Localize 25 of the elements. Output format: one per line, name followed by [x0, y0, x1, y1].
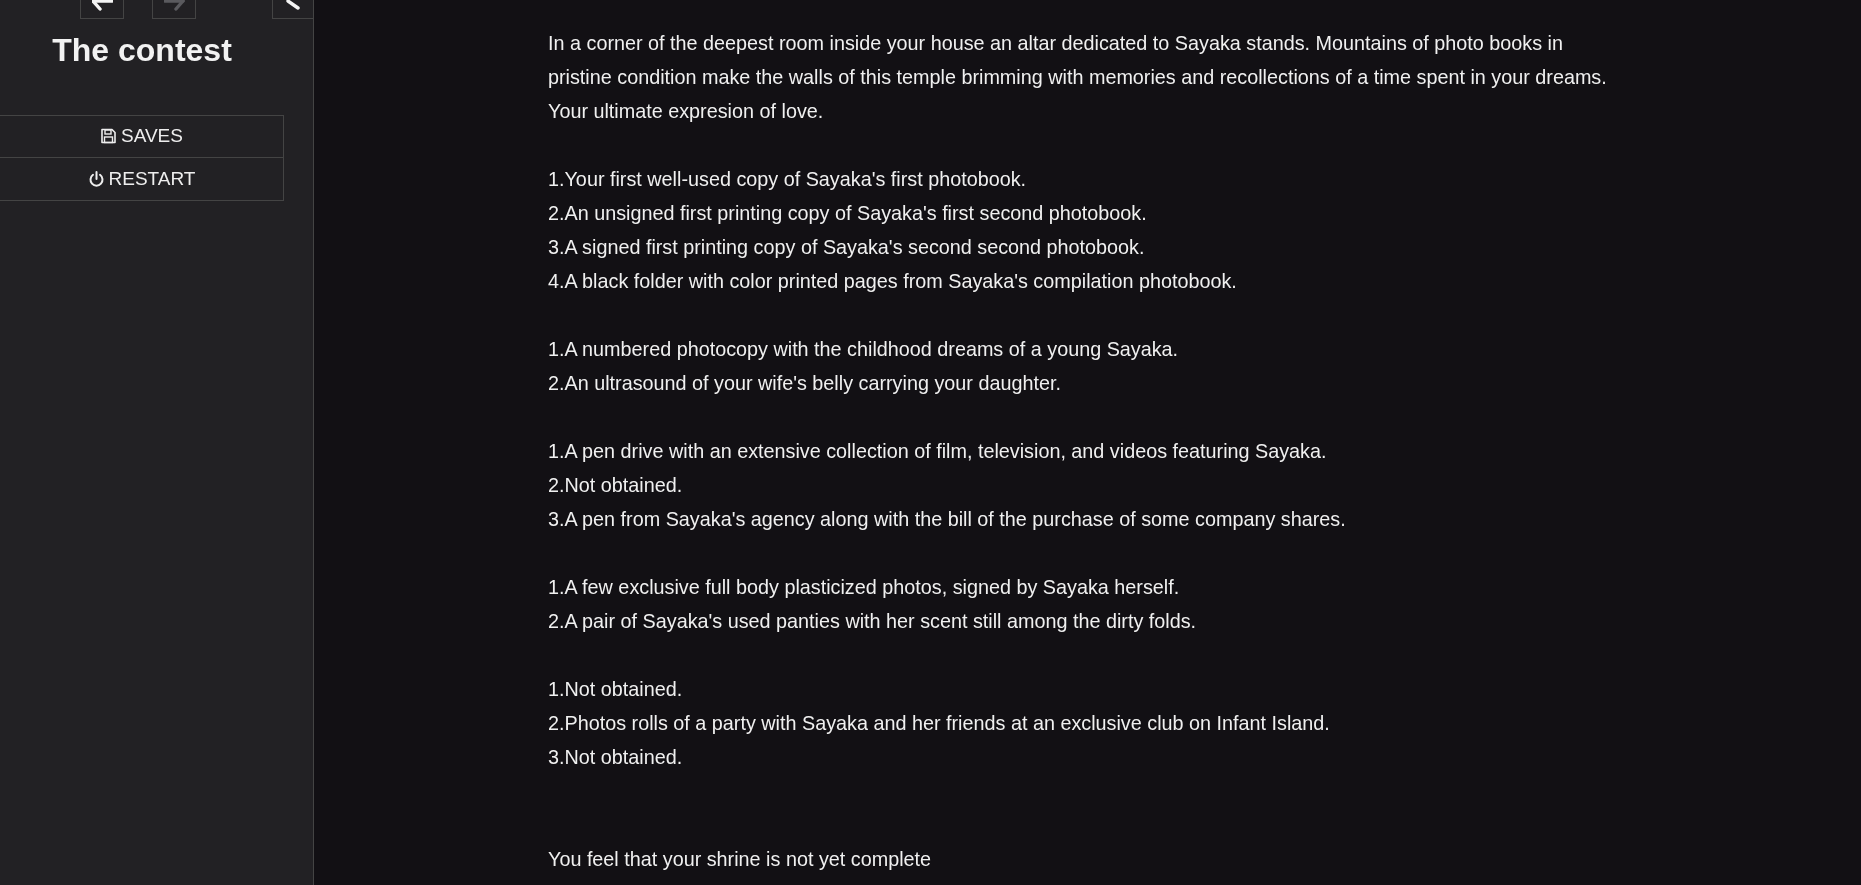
collection-item-text: 2.An ultrasound of your wife's belly carrying your daughter. [548, 371, 1062, 396]
collection-item-text: 1.Not obtained. [548, 677, 684, 702]
restart-button[interactable]: RESTART [0, 158, 284, 201]
collection-item-text: 3.Not obtained. [548, 745, 684, 770]
collection-item-text: 2.Photos rolls of a party with Sayaka and her friends at an exclusive club on Infant Island. [548, 711, 1331, 736]
collection-item-text: 3.A pen from Sayaka's agency along with the bill of the purchase of some company shares. [548, 507, 1347, 532]
back-button[interactable] [80, 0, 124, 19]
chevron-left-icon [286, 0, 300, 10]
collection-item-text: 1.A few exclusive full body plasticized photos, signed by Sayaka herself. [548, 575, 1181, 600]
back-arrow-icon [91, 0, 113, 11]
intro-paragraph: In a corner of the deepest room inside your house an altar dedicated to Sayaka stands. Mountains of photo books in pristine condition make the walls of this temple brimming with memories and recollections of a time spent in your dreams. Your ultimate expresion of love. [548, 31, 1608, 124]
collection-item-text: 1.A numbered photocopy with the childhood dreams of a young Sayaka. [548, 337, 1180, 362]
collection-item-text: 2.An unsigned first printing copy of Sayaka's first second photobook. [548, 201, 1148, 226]
collapse-sidebar-button[interactable] [272, 0, 313, 19]
collection-item-text: 2.A pair of Sayaka's used panties with her scent still among the dirty folds. [548, 609, 1198, 634]
collection-item-text: 4.A black folder with color printed pages from Sayaka's compilation photobook. [548, 269, 1238, 294]
collection-item-text: 3.A signed first printing copy of Sayaka's second second photobook. [548, 235, 1146, 260]
story-title: The contest [51, 31, 233, 69]
collection-item-text: 1.Your first well-used copy of Sayaka's first photobook. [548, 167, 1028, 192]
power-icon [87, 170, 105, 188]
collection-item-text: 1.A pen drive with an extensive collection of film, television, and videos featuring Sayaka. [548, 439, 1328, 464]
collection-item-text: 2.Not obtained. [548, 473, 684, 498]
forward-arrow-icon [163, 0, 185, 11]
closing-text: You feel that your shrine is not yet complete [548, 847, 933, 872]
saves-button[interactable]: SAVES [0, 115, 284, 158]
